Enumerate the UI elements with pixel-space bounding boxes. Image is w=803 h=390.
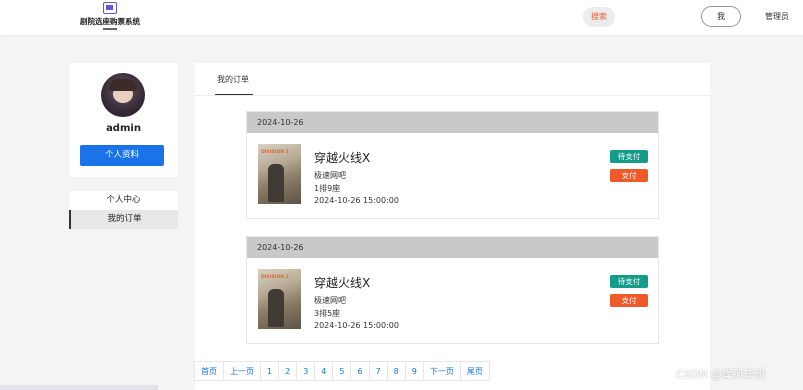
poster-figure (268, 164, 284, 202)
status-badge: 待支付 (610, 150, 648, 163)
page-number[interactable]: 5 (332, 361, 352, 381)
movie-poster[interactable]: DIVISION 2 (258, 269, 301, 329)
me-button[interactable]: 我 (701, 6, 741, 27)
page-last[interactable]: 尾页 (459, 361, 490, 381)
order-title[interactable]: 穿越火线X (314, 149, 370, 166)
logo-underline (103, 28, 117, 30)
page-number[interactable]: 7 (368, 361, 388, 381)
top-header: 剧院选座购票系统 搜索 我 管理员 (0, 0, 803, 35)
side-item-personal-center[interactable]: 个人中心 (69, 191, 178, 210)
logo[interactable]: 剧院选座购票系统 (74, 2, 146, 30)
orders-panel: 我的订单 2024-10-26 DIVISION 2 穿越火线X 极速网吧 1排… (195, 63, 710, 390)
bottom-bar (0, 385, 158, 390)
page-first[interactable]: 首页 (194, 361, 224, 381)
page-number[interactable]: 8 (386, 361, 406, 381)
page-prev[interactable]: 上一页 (223, 361, 261, 381)
admin-link[interactable]: 管理员 (765, 11, 789, 22)
side-menu: 个人中心 我的订单 (69, 191, 178, 229)
order-venue: 极速网吧 (314, 171, 346, 180)
status-badge: 待支付 (610, 275, 648, 288)
profile-card: admin 个人资料 (69, 63, 178, 177)
tab-my-orders[interactable]: 我的订单 (217, 74, 249, 85)
side-item-my-orders[interactable]: 我的订单 (69, 210, 178, 229)
pay-button[interactable]: 支付 (610, 169, 648, 182)
tab-divider (195, 95, 710, 96)
pay-button[interactable]: 支付 (610, 294, 648, 307)
page-number[interactable]: 2 (278, 361, 298, 381)
poster-figure (268, 289, 284, 327)
page-number[interactable]: 9 (404, 361, 424, 381)
pagination: 首页 上一页 1 2 3 4 5 6 7 8 9 下一页 尾页 (194, 361, 490, 381)
watermark: CSDN @岸风毕设 (676, 368, 766, 381)
order-card: 2024-10-26 DIVISION 2 穿越火线X 极速网吧 1排9座 20… (246, 111, 659, 219)
page-next[interactable]: 下一页 (422, 361, 461, 381)
poster-logo: DIVISION 2 (261, 150, 289, 155)
page-number[interactable]: 3 (296, 361, 316, 381)
page-number[interactable]: 6 (350, 361, 370, 381)
search-button[interactable]: 搜索 (583, 7, 615, 27)
order-time: 2024-10-26 15:00:00 (314, 196, 399, 205)
page-number[interactable]: 4 (314, 361, 334, 381)
username: admin (106, 123, 141, 134)
movie-poster[interactable]: DIVISION 2 (258, 144, 301, 204)
order-seat: 3排5座 (314, 309, 341, 318)
avatar (101, 73, 145, 117)
order-date: 2024-10-26 (247, 237, 658, 258)
page-number[interactable]: 1 (260, 361, 280, 381)
logo-text: 剧院选座购票系统 (80, 17, 140, 26)
order-venue: 极速网吧 (314, 296, 346, 305)
order-card: 2024-10-26 DIVISION 2 穿越火线X 极速网吧 3排5座 20… (246, 236, 659, 344)
ticket-icon (103, 2, 117, 14)
order-time: 2024-10-26 15:00:00 (314, 321, 399, 330)
poster-logo: DIVISION 2 (261, 275, 289, 280)
profile-button[interactable]: 个人资料 (80, 145, 164, 166)
order-title[interactable]: 穿越火线X (314, 274, 370, 291)
order-date: 2024-10-26 (247, 112, 658, 133)
order-seat: 1排9座 (314, 184, 341, 193)
